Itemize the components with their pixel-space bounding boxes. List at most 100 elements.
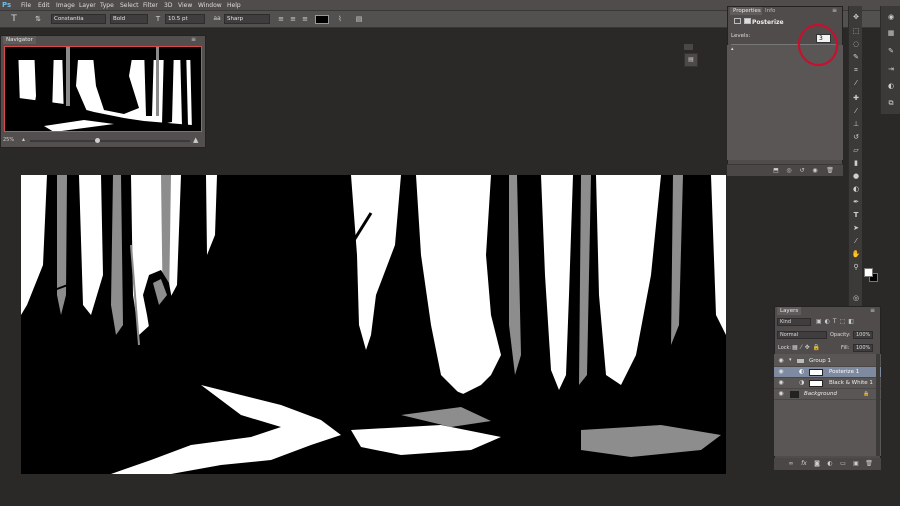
clone-stamp-tool-icon[interactable]: ⊥ [851, 119, 861, 129]
menu-file[interactable]: File [21, 0, 31, 11]
tab-layers[interactable]: Layers [777, 307, 802, 315]
character-panel-icon[interactable]: ▤ [354, 14, 364, 24]
new-adjustment-icon[interactable]: ◐ [825, 459, 835, 468]
layer-row-background[interactable]: ◉ Background 🔒 [774, 389, 881, 400]
menu-3d[interactable]: 3D [164, 0, 172, 11]
new-layer-icon[interactable]: ▣ [851, 459, 861, 468]
collapsed-panel-icon[interactable]: ▤ [684, 53, 698, 67]
new-group-icon[interactable]: ▭ [838, 459, 848, 468]
hand-tool-icon[interactable]: ✋ [851, 249, 861, 259]
layer-mask-thumbnail[interactable] [809, 369, 823, 376]
visibility-eye-icon[interactable]: ◉ [777, 379, 785, 387]
eyedropper-tool-icon[interactable]: ⁄ [851, 78, 861, 88]
path-select-tool-icon[interactable]: ➤ [851, 223, 861, 233]
navigator-zoom-knob[interactable] [95, 138, 100, 143]
menu-layer[interactable]: Layer [79, 0, 96, 11]
align-left-icon[interactable]: ≡ [276, 14, 286, 24]
foreground-color-swatch[interactable] [864, 268, 873, 277]
menu-window[interactable]: Window [198, 0, 222, 11]
quick-select-tool-icon[interactable]: ✎ [851, 52, 861, 62]
menu-view[interactable]: View [178, 0, 192, 11]
tab-info[interactable]: Info [762, 7, 779, 15]
type-tool-icon-panel[interactable]: T [851, 210, 861, 220]
font-style-select[interactable]: Bold [110, 14, 148, 24]
blend-mode-select[interactable]: Normal [777, 331, 827, 339]
navigator-zoom-slider[interactable] [30, 140, 190, 142]
blur-tool-icon[interactable]: ● [851, 171, 861, 181]
document-canvas[interactable] [21, 175, 726, 474]
gradient-tool-icon[interactable]: ▮ [851, 158, 861, 168]
layer-style-icon[interactable]: fx [799, 459, 809, 468]
visibility-eye-icon[interactable]: ◉ [777, 357, 785, 365]
add-mask-icon[interactable]: ◙ [812, 459, 822, 468]
eraser-tool-icon[interactable]: ▱ [851, 145, 861, 155]
layer-row-group[interactable]: ◉ ▾ Group 1 [774, 356, 881, 367]
panel-menu-icon-properties[interactable]: ≡ [832, 7, 837, 14]
navigator-view-box[interactable] [4, 46, 202, 132]
menu-help[interactable]: Help [227, 0, 241, 11]
swatches-panel-icon[interactable]: ▦ [886, 28, 896, 38]
zoom-out-icon[interactable]: ▴ [22, 136, 25, 143]
color-panel-icon[interactable]: ◉ [886, 12, 896, 22]
delete-layer-icon[interactable]: 🗑 [864, 459, 874, 468]
dodge-tool-icon[interactable]: ◐ [851, 184, 861, 194]
layer-mask-thumbnail[interactable] [809, 380, 823, 387]
layer-row-black-white[interactable]: ◉ ◑ Black & White 1 [774, 378, 881, 389]
tab-navigator[interactable]: Navigator [3, 36, 36, 44]
text-color-swatch[interactable] [315, 15, 329, 24]
group-expand-icon[interactable]: ▾ [789, 357, 792, 363]
delete-icon[interactable]: 🗑 [825, 166, 835, 175]
healing-brush-tool-icon[interactable]: ✚ [851, 93, 861, 103]
lock-icons[interactable]: ▦⁄✥🔒 [792, 344, 823, 351]
align-center-icon[interactable]: ≡ [288, 14, 298, 24]
lasso-tool-icon[interactable]: ◌ [851, 39, 861, 49]
link-layers-icon[interactable]: ∞ [786, 459, 796, 468]
warp-text-icon[interactable]: ⌇ [335, 14, 345, 24]
layers-scrollbar[interactable] [876, 354, 880, 456]
pen-tool-icon[interactable]: ✒ [851, 197, 861, 207]
layer-filter-icons[interactable]: ▣◐T⬚◧ [816, 318, 857, 325]
adjustments-panel-icon[interactable]: ◐ [886, 81, 896, 91]
quick-mask-icon[interactable]: ◎ [851, 293, 861, 303]
brush-presets-panel-icon[interactable]: ⇥ [886, 64, 896, 74]
visibility-eye-icon[interactable]: ◉ [777, 390, 785, 398]
black-white-adjustment-icon: ◑ [799, 379, 805, 386]
line-tool-icon[interactable]: ⁄ [851, 236, 861, 246]
panel-menu-icon[interactable]: ≡ [191, 36, 196, 43]
antialias-select[interactable]: Sharp [224, 14, 270, 24]
menu-edit[interactable]: Edit [38, 0, 50, 11]
move-tool-icon[interactable]: ✥ [851, 12, 861, 22]
visibility-eye-icon[interactable]: ◉ [777, 368, 785, 376]
layer-filter-select[interactable]: Kind [777, 318, 811, 326]
menu-image[interactable]: Image [56, 0, 75, 11]
font-size-select[interactable]: 10.5 pt [165, 14, 205, 24]
zoom-in-icon[interactable]: ▲ [193, 136, 198, 144]
clip-to-layer-icon[interactable]: ⬒ [771, 166, 781, 175]
navigator-zoom-value[interactable]: 25% [3, 137, 14, 143]
visibility-icon[interactable]: ◉ [810, 166, 820, 175]
zoom-tool-icon[interactable]: ⚲ [851, 262, 861, 272]
type-tool-icon[interactable]: T [8, 14, 20, 24]
layer-row-posterize[interactable]: ◉ ◐ Posterize 1 [774, 367, 881, 378]
opacity-input[interactable]: 100% [853, 331, 873, 339]
menu-type[interactable]: Type [100, 0, 114, 11]
marquee-tool-icon[interactable]: ⬚ [851, 26, 861, 36]
fill-input[interactable]: 100% [853, 344, 873, 352]
panel-menu-icon-layers[interactable]: ≡ [870, 307, 875, 314]
text-orientation-icon[interactable]: ⇅ [33, 14, 43, 24]
collapsed-panel-header[interactable] [684, 44, 693, 50]
reset-icon[interactable]: ↺ [797, 166, 807, 175]
tab-properties[interactable]: Properties [730, 7, 764, 15]
view-previous-icon[interactable]: ◎ [784, 166, 794, 175]
align-right-icon[interactable]: ≡ [300, 14, 310, 24]
font-family-select[interactable]: Constantia [51, 14, 106, 24]
paths-panel-icon[interactable]: ⧉ [886, 98, 896, 108]
mask-icon[interactable] [744, 18, 751, 24]
history-brush-tool-icon[interactable]: ↺ [851, 132, 861, 142]
crop-tool-icon[interactable]: ⌗ [851, 65, 861, 75]
menu-filter[interactable]: Filter [143, 0, 158, 11]
brush-tool-icon[interactable]: ⁄ [851, 106, 861, 116]
styles-panel-icon[interactable]: ✎ [886, 46, 896, 56]
levels-slider-knob[interactable]: ▴ [731, 46, 734, 52]
menu-select[interactable]: Select [120, 0, 139, 11]
